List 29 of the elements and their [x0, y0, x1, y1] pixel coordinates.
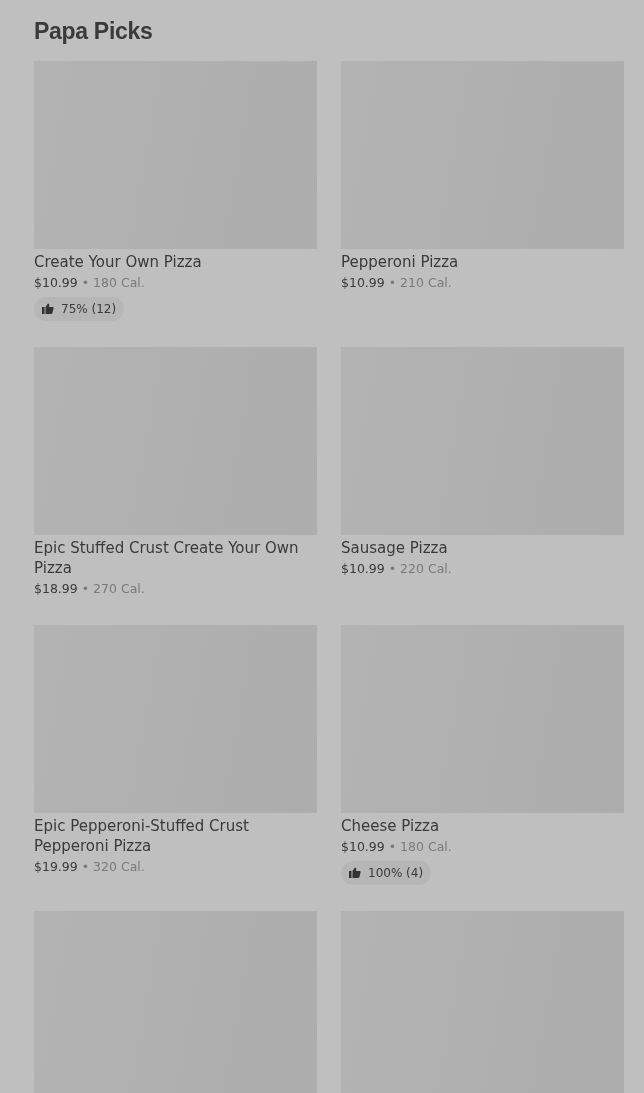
separator-dot: • [388, 838, 397, 854]
section-title: Papa Picks [34, 18, 154, 46]
calories: 180 Cal. [93, 274, 145, 290]
separator-dot: • [388, 274, 397, 290]
price: $10.99 [341, 274, 385, 290]
price: $10.99 [341, 560, 385, 576]
separator-dot: • [388, 560, 397, 576]
price: $10.99 [341, 838, 385, 854]
item-name[interactable]: Create Your Own Pizza [34, 251, 317, 272]
calories: 180 Cal. [400, 838, 452, 854]
item-name[interactable]: Pepperoni Pizza [341, 251, 624, 272]
separator-dot: • [81, 858, 90, 874]
thumbs-up-icon [349, 867, 361, 879]
calories: 220 Cal. [400, 560, 452, 576]
price: $19.99 [34, 858, 78, 874]
separator-dot: • [81, 274, 90, 290]
separator-dot: • [81, 580, 90, 596]
calories: 270 Cal. [93, 580, 145, 596]
rating-badge: 100% (4) [341, 860, 432, 885]
item-name[interactable]: Epic Pepperoni-Stuffed Crust Pepperoni Pizza [34, 815, 317, 856]
item-name[interactable]: Cheese Pizza [341, 815, 624, 836]
item-name[interactable]: Epic Stuffed Crust Create Your Own Pizza [34, 537, 317, 578]
calories: 320 Cal. [93, 858, 145, 874]
price: $10.99 [34, 274, 78, 290]
item-name[interactable]: Sausage Pizza [341, 537, 624, 558]
calories: 210 Cal. [400, 274, 452, 290]
thumbs-up-icon [42, 303, 54, 315]
price: $18.99 [34, 580, 78, 596]
rating-badge: 75% (12) [34, 296, 125, 321]
